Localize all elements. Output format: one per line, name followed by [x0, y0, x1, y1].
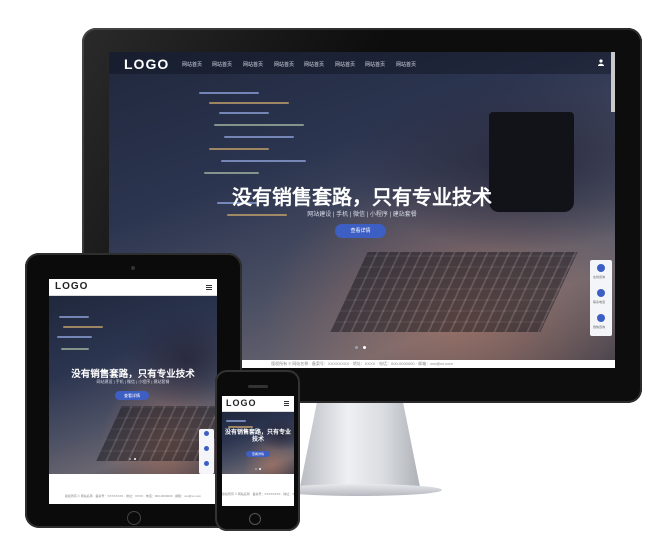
- wechat-icon[interactable]: [204, 461, 209, 466]
- phone-header: LOGO: [222, 396, 294, 412]
- keyboard-image: [330, 252, 578, 332]
- hero-title: 没有销售套路，只有专业技术: [71, 369, 195, 380]
- slide-dot-active[interactable]: [259, 468, 261, 470]
- nav-item[interactable]: 网站首页: [365, 61, 385, 68]
- phone-icon[interactable]: [597, 289, 605, 297]
- hero-title: 没有销售套路，只有专业技术: [224, 430, 291, 443]
- tablet-screen: LOGO 没有销售套路，只有专业技术 网站建设 | 手机 | 微信 | 小程序 …: [49, 279, 217, 504]
- code-line: [57, 336, 92, 338]
- phone-screen: LOGO 没有销售套路，只有专业技术 查看详情 版权所有 © 网站名称 · 备案…: [222, 396, 294, 506]
- code-line: [63, 326, 103, 328]
- user-icon[interactable]: [598, 59, 604, 66]
- slide-dot-active[interactable]: [134, 458, 136, 460]
- code-line: [224, 136, 294, 138]
- code-line: [59, 316, 89, 318]
- phone-icon[interactable]: [204, 446, 209, 451]
- site-logo[interactable]: LOGO: [124, 56, 169, 72]
- code-line: [221, 160, 306, 162]
- top-nav: LOGO 网站首页 网站首页 网站首页 网站首页 网站首页 网站首页 网站首页 …: [109, 52, 615, 74]
- side-contact-panel: 在线咨询 联系电话 微信咨询: [590, 260, 612, 336]
- nav-item[interactable]: 网站首页: [304, 61, 324, 68]
- phone-home-button: [249, 513, 261, 525]
- code-line: [204, 172, 259, 174]
- code-line: [209, 148, 269, 150]
- wechat-icon[interactable]: [597, 314, 605, 322]
- slide-dot[interactable]: [255, 468, 257, 470]
- scrollbar[interactable]: [611, 52, 615, 112]
- slide-dot[interactable]: [355, 346, 358, 349]
- hero-title: 没有销售套路，只有专业技术: [232, 187, 492, 209]
- side-label: 在线咨询: [593, 275, 606, 279]
- nav-item[interactable]: 网站首页: [182, 61, 202, 68]
- menu-icon[interactable]: [284, 401, 289, 402]
- phone-speaker: [248, 385, 268, 388]
- cta-button[interactable]: 查看详情: [335, 224, 386, 238]
- qq-icon[interactable]: [204, 431, 209, 436]
- nav-item[interactable]: 网站首页: [212, 61, 232, 68]
- code-line: [219, 112, 269, 114]
- tablet-home-button: [127, 511, 141, 525]
- code-line: [199, 92, 259, 94]
- site-footer: 版权所有 © 网站名称 · 备案号：XXXXXXXX · 地址：XXXX · 电…: [222, 490, 294, 498]
- nav-item[interactable]: 网站首页: [335, 61, 355, 68]
- code-line: [209, 102, 289, 104]
- side-label: 微信咨询: [593, 325, 606, 329]
- slide-dot[interactable]: [129, 458, 131, 460]
- hero-subtitle: 网站建设 | 手机 | 微信 | 小程序 | 建站套餐: [96, 379, 170, 384]
- nav-item[interactable]: 网站首页: [274, 61, 294, 68]
- tablet-camera: [131, 266, 135, 270]
- qq-icon[interactable]: [597, 264, 605, 272]
- nav-item[interactable]: 网站首页: [396, 61, 416, 68]
- code-line: [228, 426, 253, 428]
- side-contact-panel: [199, 429, 214, 474]
- site-footer: 版权所有 © 网站名称 · 备案号：XXXXXXXX · 地址：XXXX · 电…: [49, 491, 217, 501]
- menu-icon[interactable]: [206, 285, 212, 286]
- cta-button[interactable]: 查看详情: [246, 451, 270, 457]
- monitor-stand: [300, 403, 420, 487]
- nav-item[interactable]: 网站首页: [243, 61, 263, 68]
- code-line: [226, 420, 246, 422]
- monitor-base: [276, 484, 442, 496]
- phone-hero: 没有销售套路，只有专业技术 查看详情: [222, 412, 294, 474]
- cta-button[interactable]: 查看详情: [115, 391, 149, 400]
- code-line: [61, 348, 89, 350]
- code-line: [214, 124, 304, 126]
- side-label: 联系电话: [593, 300, 606, 304]
- tablet-hero: 没有销售套路，只有专业技术 网站建设 | 手机 | 微信 | 小程序 | 建站套…: [49, 296, 217, 474]
- site-logo[interactable]: LOGO: [226, 398, 257, 408]
- tablet-header: LOGO: [49, 279, 217, 296]
- hero-subtitle: 网站建设 | 手机 | 微信 | 小程序 | 建站套餐: [307, 212, 417, 218]
- site-logo[interactable]: LOGO: [55, 281, 88, 292]
- slide-dot-active[interactable]: [363, 346, 366, 349]
